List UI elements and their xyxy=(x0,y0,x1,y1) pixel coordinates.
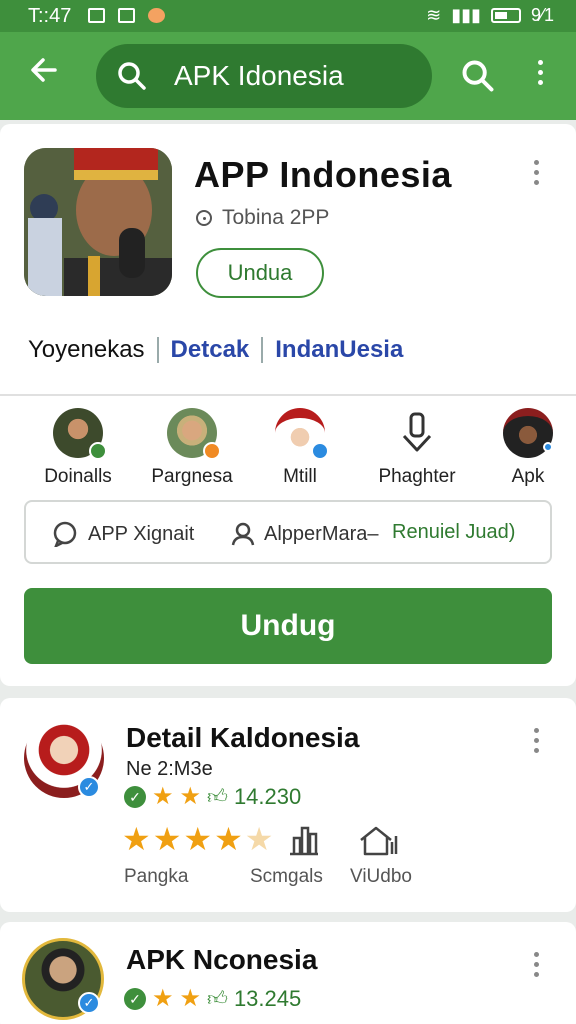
star-icon: ★ xyxy=(152,985,174,1012)
mail-icon xyxy=(88,8,105,23)
badge-icon xyxy=(89,442,107,460)
more-options-button[interactable] xyxy=(530,60,550,94)
rating-row: ✓ ★ ★ 👍︎ 13.245 xyxy=(124,986,301,1012)
person-label: Apk xyxy=(511,466,545,487)
verified-badge-icon: ✓ xyxy=(78,992,100,1014)
install-button[interactable]: Undua xyxy=(196,248,324,298)
avatar xyxy=(53,408,107,460)
check-icon: ✓ xyxy=(124,988,146,1010)
bar-chart-icon xyxy=(286,824,322,861)
info-bar: APP Xignait AlpperMara– Renuiel Juad) xyxy=(24,500,552,564)
wifi-icon: ≋ xyxy=(426,5,442,25)
card-more-button[interactable] xyxy=(534,160,539,185)
stat-label: ViUdbo xyxy=(350,866,412,887)
app-icon xyxy=(24,148,172,296)
star-icon: ★ xyxy=(122,821,153,857)
info-chat-label: APP Xignait xyxy=(88,522,195,545)
check-icon: ✓ xyxy=(124,786,146,808)
info-user[interactable]: AlpperMara– xyxy=(230,521,379,547)
info-chat[interactable]: APP Xignait xyxy=(52,521,194,547)
app-detail-card: APP Indonesia Tobina 2PP Undua Yoyenekas… xyxy=(0,124,576,686)
developer-row[interactable]: Tobina 2PP xyxy=(196,206,329,230)
stat-label: Pangka xyxy=(124,866,189,887)
user-icon xyxy=(231,522,255,546)
verified-badge-icon xyxy=(311,442,329,460)
star-icon: ★ xyxy=(152,783,174,810)
people-row: Doinalls Pargnesa Mtill Phaghter Apk xyxy=(0,408,576,488)
app-title: APP Indonesia xyxy=(194,154,452,195)
chat-bubble-icon xyxy=(53,521,77,547)
star-icon: ★ xyxy=(179,783,202,810)
signal-icon: ▮▮▮ xyxy=(451,5,481,25)
rating-count: 13.245 xyxy=(233,986,302,1011)
rating-row: ✓ ★ ★ 👍︎ 14.230 xyxy=(124,784,301,810)
person-item[interactable]: Phaghter xyxy=(372,408,462,488)
battery-level: 9⁄1 xyxy=(530,5,554,25)
status-time: T::47 xyxy=(28,5,72,27)
info-user-label: AlpperMara– xyxy=(264,522,379,545)
star-icon: ★ xyxy=(183,821,215,857)
info-link[interactable]: Renuiel Juad) xyxy=(392,521,515,544)
star-icon: ★ xyxy=(214,821,245,857)
app-list-item[interactable]: ✓ Detail Kaldonesia Ne 2:M3e ✓ ★ ★ 👍︎ 14… xyxy=(0,698,576,912)
tag-list: Yoyenekas Detcak IndanUesia xyxy=(28,336,403,364)
badge-icon xyxy=(203,442,221,460)
person-label: Pargnesa xyxy=(151,466,233,487)
app-notification-icon xyxy=(148,8,165,23)
tag-divider xyxy=(156,337,159,363)
search-icon xyxy=(462,60,494,92)
search-field[interactable]: APK Idonesia xyxy=(96,44,432,108)
search-button[interactable] xyxy=(460,58,496,99)
person-label: Doinalls xyxy=(44,466,112,487)
clock-icon xyxy=(196,210,212,226)
online-dot-icon xyxy=(543,442,553,452)
tag-divider xyxy=(261,337,264,363)
download-button[interactable]: Undug xyxy=(24,588,552,664)
house-icon xyxy=(358,824,402,861)
verified-badge-icon: ✓ xyxy=(78,776,100,798)
divider xyxy=(0,394,576,396)
search-icon xyxy=(116,60,148,97)
developer-name: Tobina 2PP xyxy=(222,206,330,229)
chart-icon xyxy=(118,8,135,23)
arrow-left-icon xyxy=(31,58,57,82)
card-more-button[interactable] xyxy=(534,952,539,977)
list-item-title: Detail Kaldonesia xyxy=(126,722,360,753)
rating-count: 14.230 xyxy=(233,784,302,809)
tag-item[interactable]: Detcak xyxy=(171,336,250,364)
rating-stars: ★★★★★ xyxy=(122,820,275,858)
app-list-item[interactable]: ✓ APK Nconesia ✓ ★ ★ 👍︎ 13.245 xyxy=(0,922,576,1024)
star-icon: ★ xyxy=(152,821,184,857)
card-more-button[interactable] xyxy=(534,728,539,753)
avatar xyxy=(503,408,553,458)
star-icon: ★ xyxy=(244,821,276,857)
download-icon xyxy=(392,408,442,458)
avatar xyxy=(167,408,221,460)
person-item[interactable]: Doinalls xyxy=(40,408,116,488)
tag-item[interactable]: IndanUesia xyxy=(275,336,403,364)
person-item[interactable]: Pargnesa xyxy=(146,408,238,488)
person-label: Mtill xyxy=(283,466,317,487)
person-item[interactable]: Mtill xyxy=(268,408,332,488)
avatar xyxy=(275,408,329,460)
person-item[interactable]: Apk xyxy=(500,408,556,488)
list-item-subtitle: Ne 2:M3e xyxy=(126,758,213,780)
battery-icon xyxy=(490,8,521,23)
status-bar: T::47 ≋ ▮▮▮ 9⁄1 xyxy=(0,0,576,32)
thumbs-up-icon: 👍︎ xyxy=(207,988,228,1010)
star-icon: ★ xyxy=(179,985,202,1012)
stat-label: Scmgals xyxy=(250,866,323,887)
search-query: APK Idonesia xyxy=(174,60,344,91)
thumbs-up-icon: 👍︎ xyxy=(207,786,228,808)
person-label: Phaghter xyxy=(378,466,456,487)
app-bar: APK Idonesia xyxy=(0,32,576,120)
back-button[interactable] xyxy=(24,54,64,94)
tag-item[interactable]: Yoyenekas xyxy=(28,336,145,364)
list-item-title: APK Nconesia xyxy=(126,944,318,975)
